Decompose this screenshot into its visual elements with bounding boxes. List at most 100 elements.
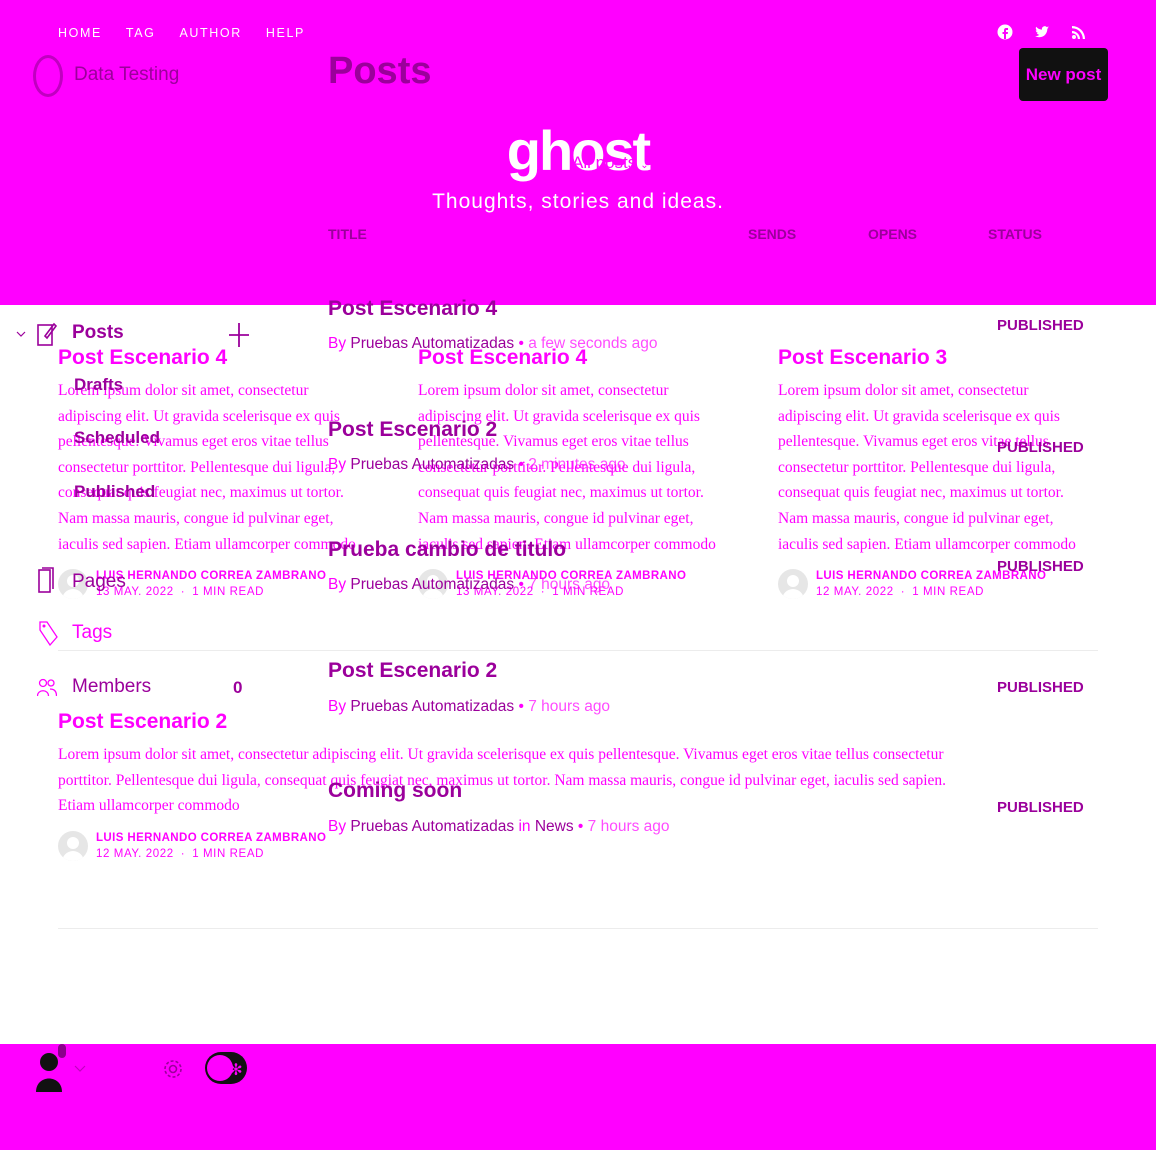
post-row-meta: By Pruebas Automatizadas • a few seconds… — [328, 335, 657, 353]
post-row-time: 2 minutes ago — [528, 456, 626, 473]
post-row-sep: • — [518, 698, 524, 715]
filter-tags[interactable]: All tags ⌄ — [886, 153, 954, 173]
posts-icon — [37, 322, 57, 346]
divider — [58, 650, 1098, 651]
post-row-time: 7 hours ago — [528, 576, 611, 593]
filter-access[interactable]: All access ⌄ — [670, 153, 759, 173]
social-links — [996, 24, 1087, 41]
blog-brand-logo[interactable]: ghost — [0, 118, 1156, 183]
blog-tagline: Thoughts, stories and ideas. — [432, 190, 724, 213]
post-row-time: 7 hours ago — [528, 698, 611, 715]
user-avatar-icon[interactable] — [34, 1042, 70, 1094]
post-row-author: Pruebas Automatizadas — [350, 576, 515, 593]
post-row-title[interactable]: Coming soon — [328, 779, 462, 803]
post-card-read-time: 1 MIN READ — [912, 586, 985, 599]
post-row-by: By — [328, 456, 347, 473]
sidebar-item-posts[interactable]: Posts — [72, 322, 124, 344]
status-badge: PUBLISHED — [997, 317, 1084, 334]
chevron-down-icon: ⌄ — [640, 160, 649, 171]
filter-post-type[interactable]: All posts ⌄ — [572, 153, 649, 173]
sort-order-label: Sort by: Newest — [977, 153, 1097, 172]
post-row-sep: • — [518, 335, 524, 352]
svg-text:✻: ✻ — [229, 1060, 242, 1079]
status-badge: PUBLISHED — [997, 558, 1084, 575]
filter-authors-label: All authors — [774, 153, 855, 172]
column-header-status: STATUS — [988, 226, 1042, 242]
post-card-title[interactable]: Post Escenario 4 — [58, 346, 368, 370]
sidebar-item-tags[interactable]: Tags — [72, 622, 112, 644]
sidebar-item-published[interactable]: Published — [74, 482, 155, 502]
status-badge: PUBLISHED — [997, 799, 1084, 816]
post-card-date: 12 MAY. 2022 — [96, 847, 174, 860]
site-title[interactable]: Data Testing — [74, 64, 179, 86]
post-row-title[interactable]: Prueba cambio de titulo — [328, 538, 566, 562]
post-row-meta: By Pruebas Automatizadas in News • 7 hou… — [328, 818, 670, 836]
author-avatar[interactable] — [778, 569, 808, 600]
home-icon — [38, 166, 56, 191]
status-badge: PUBLISHED — [997, 679, 1084, 696]
sidebar-item-view-site[interactable]: View site — [72, 219, 148, 241]
nav-home-link[interactable]: HOME — [58, 26, 102, 40]
post-row-title[interactable]: Post Escenario 4 — [328, 297, 497, 321]
post-card-read-time: 1 MIN READ — [192, 586, 265, 599]
dark-mode-toggle[interactable]: ✻ — [204, 1050, 248, 1086]
filter-tags-label: All tags — [886, 153, 942, 172]
rss-icon[interactable] — [1070, 24, 1087, 41]
nav-author-link[interactable]: AUTHOR — [179, 26, 241, 40]
post-card-author[interactable]: LUIS HERNANDO CORREA ZAMBRANO — [96, 832, 326, 844]
sidebar-item-dashboard[interactable]: Dashboard — [72, 166, 165, 188]
divider — [58, 928, 1098, 929]
status-badge: PUBLISHED — [997, 439, 1084, 456]
author-avatar[interactable] — [58, 830, 88, 861]
gear-icon[interactable] — [161, 1053, 185, 1085]
site-logo[interactable] — [33, 55, 63, 97]
add-post-icon[interactable] — [229, 322, 249, 348]
chevron-down-icon[interactable] — [74, 1064, 86, 1074]
pages-icon — [38, 567, 54, 593]
post-card-author[interactable]: LUIS HERNANDO CORREA ZAMBRANO — [96, 570, 326, 582]
sidebar-item-scheduled[interactable]: Scheduled — [74, 428, 160, 448]
post-row-title[interactable]: Post Escenario 2 — [328, 659, 497, 683]
post-card-date: 12 MAY. 2022 — [816, 586, 894, 599]
post-row-by: By — [328, 698, 347, 715]
sidebar-item-members[interactable]: Members — [72, 676, 151, 698]
post-row-author: Pruebas Automatizadas — [350, 698, 515, 715]
sidebar-item-pages[interactable]: Pages — [72, 571, 126, 593]
view-site-icon — [38, 218, 56, 244]
nav-help-link[interactable]: HELP — [266, 26, 305, 40]
post-row-author: Pruebas Automatizadas — [350, 335, 515, 352]
post-row-meta: By Pruebas Automatizadas • 7 hours ago — [328, 698, 610, 716]
post-card[interactable]: Post Escenario 2 Lorem ipsum dolor sit a… — [58, 710, 948, 861]
post-row-in: in — [518, 818, 531, 835]
members-count-badge: 0 — [233, 678, 243, 697]
blog-top-nav: HOME TAG AUTHOR HELP — [58, 26, 305, 40]
chevron-down-icon: ⌄ — [1101, 160, 1110, 171]
post-card-title[interactable]: Post Escenario 3 — [778, 346, 1090, 370]
search-icon[interactable] — [227, 63, 247, 89]
post-card-excerpt: Lorem ipsum dolor sit amet, consectetur … — [58, 746, 947, 815]
post-card-excerpt: Lorem ipsum dolor sit amet, consectetur … — [58, 382, 356, 553]
post-row-title[interactable]: Post Escenario 2 — [328, 418, 497, 442]
nav-tag-link[interactable]: TAG — [126, 26, 156, 40]
new-post-button[interactable]: New post — [1019, 48, 1108, 101]
post-card-read-time: 1 MIN READ — [192, 847, 265, 860]
facebook-icon[interactable] — [996, 24, 1013, 41]
chevron-down-icon: ⌄ — [945, 160, 955, 171]
chevron-down-icon: ⌄ — [750, 160, 759, 171]
members-icon — [37, 678, 57, 697]
post-row-meta: By Pruebas Automatizadas • 7 hours ago — [328, 576, 610, 594]
column-header-opens: OPENS — [868, 226, 918, 242]
filter-authors[interactable]: All authors ⌄ — [774, 153, 867, 173]
post-row-time: a few seconds ago — [528, 335, 658, 352]
post-card-excerpt: Lorem ipsum dolor sit amet, consectetur … — [778, 382, 1076, 553]
post-row-tag[interactable]: News — [535, 818, 574, 835]
sidebar-item-drafts[interactable]: Drafts — [74, 375, 123, 395]
sort-order[interactable]: Sort by: Newest ⌄ — [977, 153, 1109, 173]
twitter-icon[interactable] — [1033, 24, 1050, 41]
chevron-down-icon[interactable] — [16, 329, 26, 339]
post-row-sep: • — [518, 576, 524, 593]
chevron-down-icon: ⌄ — [858, 160, 867, 171]
post-row-author: Pruebas Automatizadas — [350, 456, 515, 473]
post-row-sep: • — [518, 456, 524, 473]
filter-access-label: All access — [670, 153, 747, 172]
